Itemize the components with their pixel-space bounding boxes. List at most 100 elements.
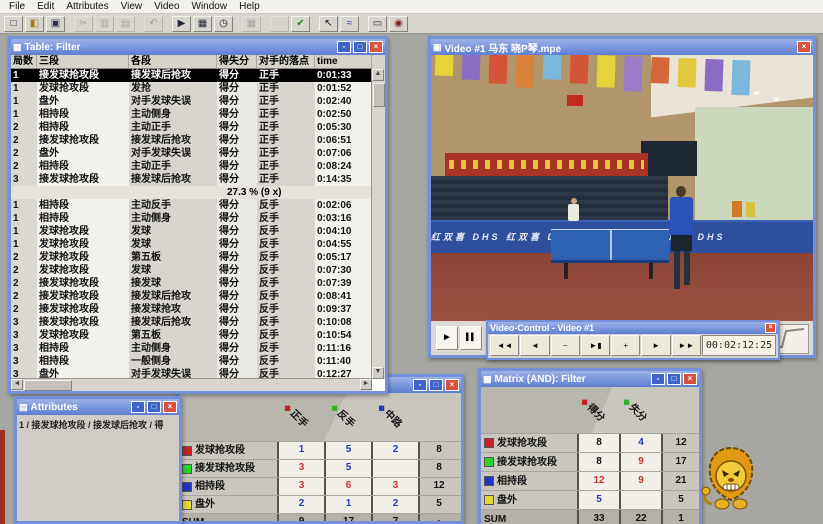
video-window-titlebar[interactable]: ▣ Video #1 马东 晓P琴.mpe × (431, 39, 813, 55)
maximize-button[interactable]: □ (147, 401, 161, 413)
column-header[interactable]: 各段 (129, 55, 217, 69)
matrix-window[interactable]: ▦ - □ × ◆正手◆反手◆中路 发球抢攻段1528接发球抢攻段358相持段3… (176, 374, 464, 524)
table-row[interactable]: 1相持段主动侧身得分正手0:02:50 (11, 108, 385, 121)
table-row[interactable]: 3接发球抢攻段接发球后抢攻得分正手0:14:35 (11, 173, 385, 186)
column-header[interactable]: 得失分 (217, 55, 257, 69)
menu-item-window[interactable]: Window (186, 0, 234, 14)
minimize-button[interactable]: - (131, 401, 145, 413)
save-file-button[interactable]: ▣ (46, 16, 65, 32)
menu-item-help[interactable]: Help (233, 0, 266, 14)
table-cell: 得分 (217, 147, 257, 160)
matrix-row-label: SUM (481, 510, 577, 524)
table-row[interactable]: 2相持段主动正手得分正手0:05:30 (11, 121, 385, 134)
table-cell: 发球抢攻段 (37, 225, 129, 238)
minus-button[interactable]: − (551, 335, 580, 356)
attributes-window[interactable]: ▤ Attributes - □ × 1 / 接发球抢攻段 / 接发球后抢攻 /… (14, 396, 182, 524)
table-row[interactable]: 2盘外对手发球失误得分正手0:07:06 (11, 147, 385, 160)
pause-button[interactable]: ▌▌ (460, 326, 482, 350)
check-button[interactable]: ✔ (291, 16, 310, 32)
video-control-window[interactable]: Video-Control - Video #1 × ◄◄◄−►▮+►►►00:… (486, 320, 780, 360)
scroll-thumb[interactable] (24, 380, 72, 391)
close-button[interactable]: × (445, 379, 459, 391)
scroll-right-button[interactable]: ► (360, 379, 372, 390)
table-cell: 0:07:06 (315, 147, 372, 160)
table-row[interactable]: 2相持段主动正手得分正手0:08:24 (11, 160, 385, 173)
table-row[interactable]: 3相持段一般侧身得分反手0:11:40 (11, 355, 385, 368)
close-button[interactable]: × (683, 373, 697, 385)
close-button[interactable]: × (797, 41, 811, 53)
curve-button[interactable]: ≈ (340, 16, 359, 32)
table-cell: 正手 (257, 160, 315, 173)
clock-button[interactable]: ◷ (214, 16, 233, 32)
matrix-and-titlebar[interactable]: ▦ Matrix (AND): Filter - □ × (481, 371, 699, 387)
matrix-cell: 4 (619, 434, 661, 452)
minimize-button[interactable]: - (651, 373, 665, 385)
close-button[interactable]: × (765, 323, 776, 333)
video-control-titlebar[interactable]: Video-Control - Video #1 × (488, 322, 778, 334)
table-row[interactable]: 2接发球抢攻段接发球抢攻得分反手0:09:37 (11, 303, 385, 316)
table-row[interactable]: 1发球抢攻段发球得分反手0:04:10 (11, 225, 385, 238)
red-banner (445, 153, 648, 176)
table-cell: 0:10:08 (315, 316, 372, 329)
horizontal-scrollbar[interactable]: ◄ ► (11, 378, 372, 391)
table-row[interactable]: 1相持段主动侧身得分反手0:03:16 (11, 212, 385, 225)
vertical-scrollbar[interactable]: ▲ ▼ (371, 69, 385, 379)
new-file-button[interactable]: □ (4, 16, 23, 32)
film-strip-button[interactable]: ▦ (193, 16, 212, 32)
menu-item-file[interactable]: File (3, 0, 31, 14)
column-header[interactable]: time (315, 55, 372, 69)
fast-rewind-button[interactable]: ◄◄ (490, 335, 519, 356)
scroll-thumb[interactable] (373, 83, 385, 107)
column-header[interactable]: 对手的落点 (257, 55, 315, 69)
minimize-button[interactable]: - (337, 41, 351, 53)
column-header[interactable]: 三段 (37, 55, 129, 69)
cursor-button[interactable]: ↖ (319, 16, 338, 32)
camera-button[interactable]: ◉ (389, 16, 408, 32)
table-row[interactable]: 2接发球抢攻段接发球后抢攻得分反手0:08:41 (11, 290, 385, 303)
monitor-button[interactable]: ▭ (368, 16, 387, 32)
menu-item-attributes[interactable]: Attributes (60, 0, 114, 14)
open-file-button[interactable]: ◧ (25, 16, 44, 32)
attributes-titlebar[interactable]: ▤ Attributes - □ × (17, 399, 179, 415)
close-button[interactable]: × (163, 401, 177, 413)
matrix-and-window[interactable]: ▦ Matrix (AND): Filter - □ × ◆得分◆失分 发球抢攻… (478, 368, 702, 524)
table-row[interactable]: 1盘外对手发球失误得分正手0:02:40 (11, 95, 385, 108)
table-window-titlebar[interactable]: ▦ Table: Filter - □ × (11, 39, 385, 55)
plus-button[interactable]: + (611, 335, 640, 356)
menu-item-view[interactable]: View (115, 0, 149, 14)
minimize-button[interactable]: - (413, 379, 427, 391)
step-back-button[interactable]: ◄ (520, 335, 549, 356)
table-row[interactable]: 3发球抢攻段第五板得分反手0:10:54 (11, 329, 385, 342)
table-row[interactable]: 2发球抢攻段第五板得分反手0:05:17 (11, 251, 385, 264)
table-row[interactable]: 1相持段主动反手得分反手0:02:06 (11, 199, 385, 212)
maximize-button[interactable]: □ (429, 379, 443, 391)
video-control-buttons: ◄◄◄−►▮+►►►00:02:12:25 (488, 334, 778, 357)
scroll-down-button[interactable]: ▼ (372, 367, 384, 379)
attribute-entry[interactable]: 1 / 接发球抢攻段 / 接发球后抢攻 / 得 (17, 415, 179, 434)
menu-item-edit[interactable]: Edit (31, 0, 60, 14)
table-row[interactable]: 3相持段主动侧身得分反手0:11:16 (11, 342, 385, 355)
table-row[interactable]: 3接发球抢攻段接发球后抢攻得分反手0:10:08 (11, 316, 385, 329)
table-row[interactable]: 1发球抢攻段发球得分反手0:04:55 (11, 238, 385, 251)
close-button[interactable]: × (369, 41, 383, 53)
pennant-flag (704, 59, 723, 92)
table-row[interactable]: 2接发球抢攻段接发球后抢攻得分正手0:06:51 (11, 134, 385, 147)
table-row[interactable]: 1发球抢攻段发抢得分正手0:01:52 (11, 82, 385, 95)
video-clip-button[interactable]: ▶ (172, 16, 191, 32)
scroll-up-button[interactable]: ▲ (372, 69, 384, 81)
play-button[interactable]: ► (436, 326, 458, 350)
column-header[interactable]: 局数 (11, 55, 37, 69)
table-row[interactable]: 2发球抢攻段发球得分反手0:07:30 (11, 264, 385, 277)
table-row[interactable]: 2接发球抢攻段接发球得分反手0:07:39 (11, 277, 385, 290)
scroll-left-button[interactable]: ◄ (11, 379, 23, 390)
maximize-button[interactable]: □ (667, 373, 681, 385)
play-pause-button[interactable]: ►▮ (581, 335, 610, 356)
video-window[interactable]: ▣ Video #1 马东 晓P琴.mpe × 红双喜 DHS 红双喜 DHS … (428, 36, 816, 358)
table-row[interactable]: 1接发球抢攻段接发球后抢攻得分正手0:01:33 (11, 69, 385, 82)
fast-forward-button[interactable]: ►► (672, 335, 701, 356)
table-filter-window[interactable]: ▦ Table: Filter - □ × 局数三段各段得失分对手的落点time… (8, 36, 388, 394)
maximize-button[interactable]: □ (353, 41, 367, 53)
menu-item-video[interactable]: Video (148, 0, 185, 14)
lion-mascot[interactable] (698, 442, 764, 518)
step-forward-button[interactable]: ► (641, 335, 670, 356)
